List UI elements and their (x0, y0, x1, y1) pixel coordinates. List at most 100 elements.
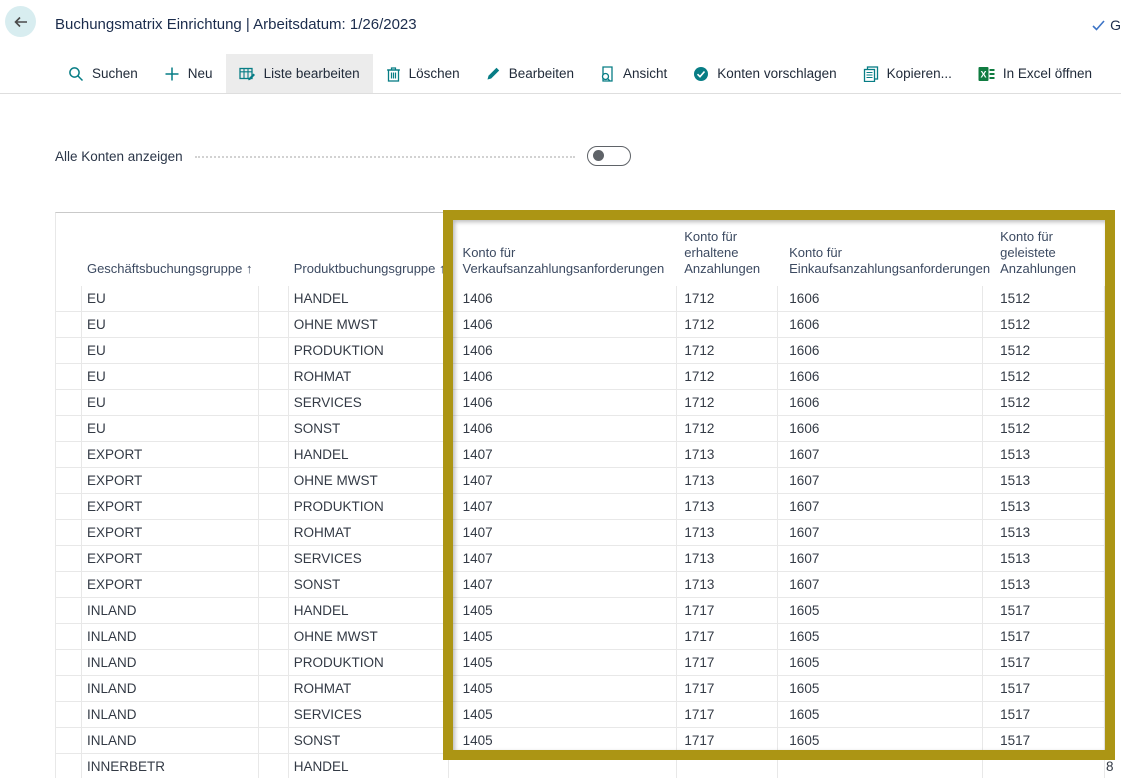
table-row[interactable]: INLANDPRODUKTION1405171716051517 (56, 650, 1105, 676)
table-row[interactable]: INLANDSERVICES1405171716051517 (56, 702, 1105, 728)
advances-received-account-cell[interactable]: 1717 (677, 728, 778, 754)
business-posting-group-cell[interactable]: INNERBETR (82, 754, 259, 778)
business-posting-group-cell[interactable]: INLAND (82, 676, 259, 702)
advances-paid-account-cell[interactable]: 1517 (983, 598, 1105, 624)
table-row[interactable]: EUSONST1406171216061512 (56, 416, 1105, 442)
spacer-cell[interactable] (259, 494, 289, 520)
edit-button[interactable]: Bearbeiten (473, 54, 587, 93)
copy-button[interactable]: Kopieren... (850, 54, 965, 93)
sales-advance-req-account-cell[interactable]: 1406 (449, 416, 678, 442)
spacer-cell[interactable] (259, 650, 289, 676)
spacer-cell[interactable] (259, 572, 289, 598)
advances-received-account-cell[interactable]: 1717 (677, 598, 778, 624)
edit-list-button[interactable]: Liste bearbeiten (226, 54, 373, 93)
table-row[interactable]: EXPORTROHMAT1407171316071513 (56, 520, 1105, 546)
product-posting-group-cell[interactable]: SERVICES (289, 702, 449, 728)
row-select-cell[interactable] (56, 624, 82, 650)
sales-advance-req-account-cell[interactable]: 1406 (449, 338, 678, 364)
advances-received-account-cell[interactable]: 1712 (677, 286, 778, 312)
sales-advance-req-account-cell[interactable]: 1405 (449, 728, 678, 754)
table-row[interactable]: INLANDHANDEL1405171716051517 (56, 598, 1105, 624)
advances-paid-account-cell[interactable]: 1512 (983, 416, 1105, 442)
row-select-cell[interactable] (56, 390, 82, 416)
advances-paid-account-cell[interactable]: 1513 (983, 572, 1105, 598)
row-select-cell[interactable] (56, 286, 82, 312)
sales-advance-req-account-header[interactable]: Konto für Verkaufsanzahlungsanforderunge… (449, 213, 678, 286)
purchase-advance-req-account-cell[interactable]: 1607 (778, 442, 983, 468)
purchase-advance-req-account-cell[interactable]: 1605 (778, 650, 983, 676)
purchase-advance-req-account-header[interactable]: Konto für Einkaufsanzahlungsanforderunge… (778, 213, 983, 286)
business-posting-group-cell[interactable]: EU (82, 390, 259, 416)
product-posting-group-cell[interactable]: OHNE MWST (289, 312, 449, 338)
business-posting-group-cell[interactable]: INLAND (82, 624, 259, 650)
product-posting-group-cell[interactable]: PRODUKTION (289, 494, 449, 520)
sales-advance-req-account-cell[interactable]: 1406 (449, 286, 678, 312)
sales-advance-req-account-cell[interactable] (449, 754, 678, 778)
table-row[interactable]: INLANDSONST1405171716051517 (56, 728, 1105, 754)
row-select-cell[interactable] (56, 416, 82, 442)
product-posting-group-cell[interactable]: SERVICES (289, 390, 449, 416)
sales-advance-req-account-cell[interactable]: 1406 (449, 312, 678, 338)
row-select-cell[interactable] (56, 468, 82, 494)
sales-advance-req-account-cell[interactable]: 1405 (449, 598, 678, 624)
advances-received-account-cell[interactable]: 1713 (677, 520, 778, 546)
product-posting-group-cell[interactable]: HANDEL (289, 598, 449, 624)
advances-paid-account-cell[interactable]: 1512 (983, 338, 1105, 364)
business-posting-group-header[interactable]: Geschäftsbuchungsgruppe ↑ (82, 213, 259, 286)
spacer-cell[interactable] (259, 702, 289, 728)
purchase-advance-req-account-cell[interactable]: 1605 (778, 624, 983, 650)
product-posting-group-cell[interactable]: SERVICES (289, 546, 449, 572)
purchase-advance-req-account-cell[interactable]: 1606 (778, 416, 983, 442)
spacer-cell[interactable] (259, 676, 289, 702)
table-row[interactable]: INNERBETR HANDEL (56, 754, 1105, 778)
row-select-cell[interactable] (56, 676, 82, 702)
business-posting-group-cell[interactable]: EU (82, 338, 259, 364)
advances-received-account-cell[interactable]: 1713 (677, 494, 778, 520)
sales-advance-req-account-cell[interactable]: 1407 (449, 442, 678, 468)
purchase-advance-req-account-cell[interactable]: 1605 (778, 598, 983, 624)
advances-received-account-cell[interactable]: 1713 (677, 572, 778, 598)
advances-received-account-cell[interactable] (677, 754, 778, 778)
purchase-advance-req-account-cell[interactable]: 1606 (778, 312, 983, 338)
product-posting-group-cell[interactable]: OHNE MWST (289, 624, 449, 650)
sales-advance-req-account-cell[interactable]: 1407 (449, 520, 678, 546)
advances-received-account-cell[interactable]: 1712 (677, 416, 778, 442)
product-posting-group-header[interactable]: Produktbuchungsgruppe ↑ (289, 213, 449, 286)
advances-paid-account-cell[interactable]: 1513 (983, 468, 1105, 494)
suggest-accounts-button[interactable]: Konten vorschlagen (680, 54, 849, 93)
product-posting-group-cell[interactable]: PRODUKTION (289, 650, 449, 676)
business-posting-group-cell[interactable]: EXPORT (82, 442, 259, 468)
row-select-cell[interactable] (56, 312, 82, 338)
business-posting-group-cell[interactable]: EXPORT (82, 572, 259, 598)
advances-paid-account-cell[interactable]: 1512 (983, 364, 1105, 390)
spacer-cell[interactable] (259, 546, 289, 572)
advances-received-account-cell[interactable]: 1717 (677, 676, 778, 702)
spacer-cell[interactable] (259, 312, 289, 338)
purchase-advance-req-account-cell[interactable]: 1606 (778, 364, 983, 390)
open-in-excel-button[interactable]: X In Excel öffnen (965, 54, 1105, 93)
sales-advance-req-account-cell[interactable]: 1405 (449, 702, 678, 728)
view-button[interactable]: Ansicht (587, 54, 680, 93)
advances-received-account-cell[interactable]: 1713 (677, 546, 778, 572)
advances-received-account-header[interactable]: Konto für erhaltene Anzahlungen (677, 213, 778, 286)
new-button[interactable]: Neu (151, 54, 226, 93)
row-select-cell[interactable] (56, 572, 82, 598)
business-posting-group-cell[interactable]: INLAND (82, 728, 259, 754)
table-row[interactable]: INLANDOHNE MWST1405171716051517 (56, 624, 1105, 650)
advances-received-account-cell[interactable]: 1717 (677, 650, 778, 676)
sales-advance-req-account-cell[interactable]: 1406 (449, 364, 678, 390)
product-posting-group-cell[interactable]: SONST (289, 572, 449, 598)
table-row[interactable]: EUROHMAT1406171216061512 (56, 364, 1105, 390)
spacer-cell[interactable] (259, 468, 289, 494)
advances-received-account-cell[interactable]: 1717 (677, 702, 778, 728)
sales-advance-req-account-cell[interactable]: 1407 (449, 546, 678, 572)
spacer-cell[interactable] (259, 338, 289, 364)
spacer-cell[interactable] (259, 520, 289, 546)
purchase-advance-req-account-cell[interactable]: 1605 (778, 676, 983, 702)
business-posting-group-cell[interactable]: EU (82, 364, 259, 390)
advances-paid-account-header[interactable]: Konto für geleistete Anzahlungen (983, 213, 1105, 286)
row-select-cell[interactable] (56, 338, 82, 364)
advances-paid-account-cell[interactable]: 1512 (983, 312, 1105, 338)
product-posting-group-cell[interactable]: HANDEL (289, 754, 449, 778)
sales-advance-req-account-cell[interactable]: 1407 (449, 468, 678, 494)
